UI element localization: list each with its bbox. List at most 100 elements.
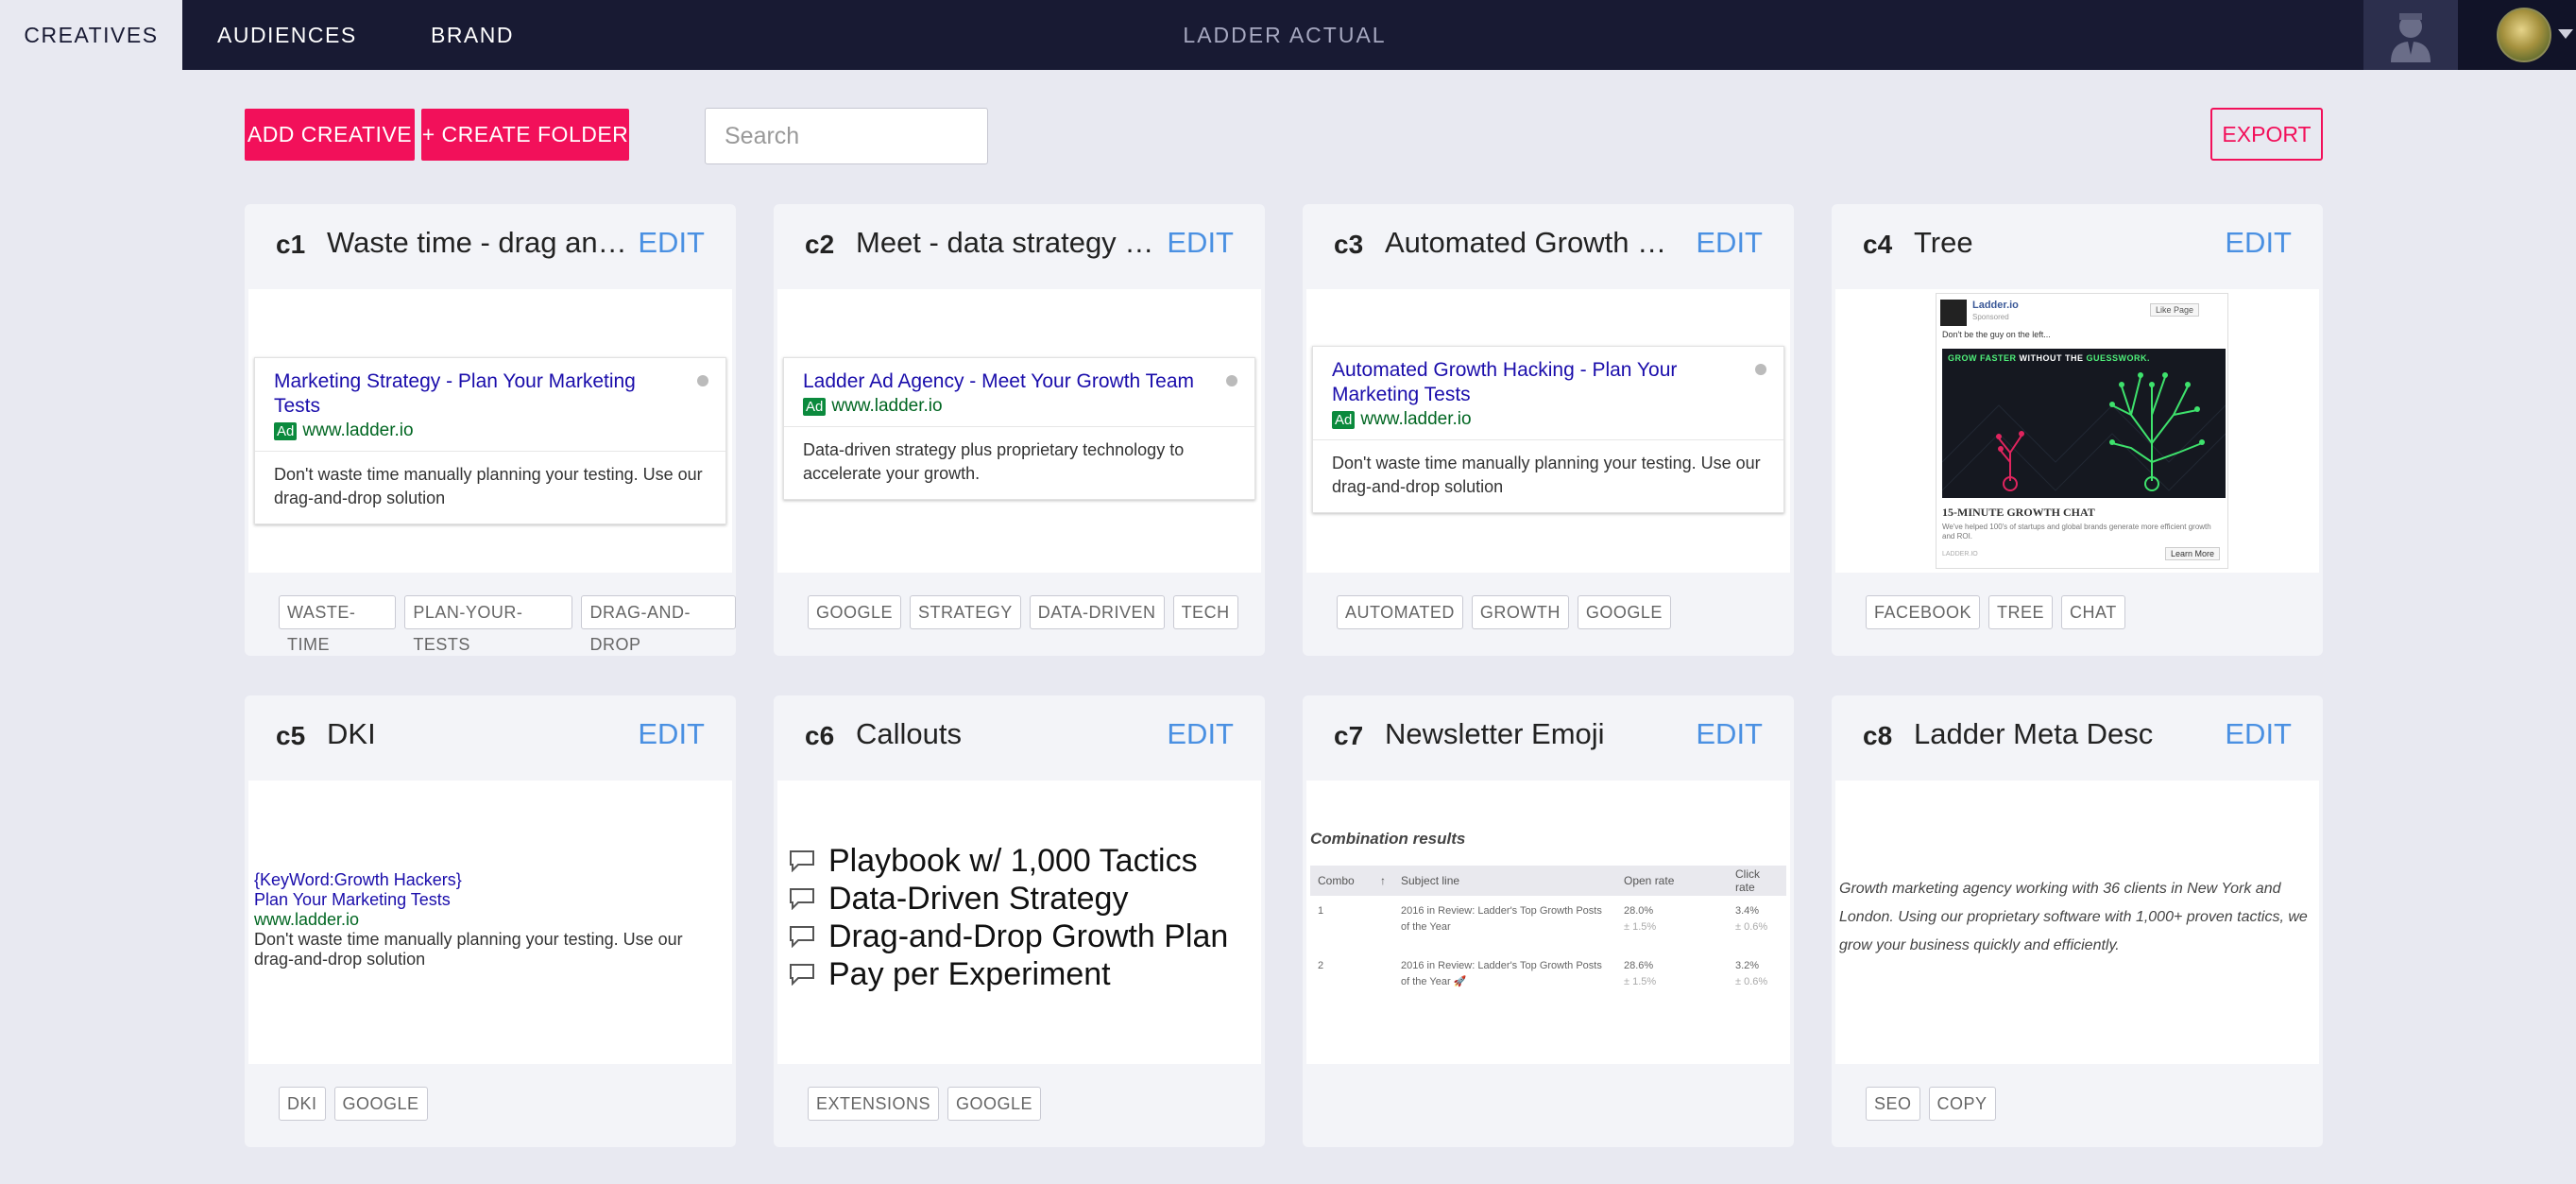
tag[interactable]: COPY	[1928, 1087, 1996, 1121]
creative-preview: Combination results Combo ↑ Subject line…	[1306, 781, 1790, 1064]
card-title: Automated Growth Hac...	[1385, 226, 1687, 259]
ad-description: Don't waste time manually planning your …	[274, 465, 703, 507]
speech-bubble-icon	[790, 888, 814, 910]
card-id: c4	[1863, 230, 1893, 259]
tag-list: SEO COPY	[1866, 1087, 1996, 1121]
card-title: Ladder Meta Desc	[1914, 717, 2154, 750]
tab-brand[interactable]: BRAND	[420, 0, 524, 70]
search-input[interactable]	[705, 108, 988, 164]
tag[interactable]: GOOGLE	[808, 595, 902, 629]
fb-ad-image: GROW FASTER WITHOUT THE GUESSWORK.	[1942, 349, 2226, 498]
edit-button[interactable]: EDIT	[1696, 717, 1763, 751]
creative-card[interactable]: c8 Ladder Meta Desc EDIT Growth marketin…	[1832, 695, 2323, 1147]
newsletter-heading: Combination results	[1310, 830, 1466, 848]
creative-card[interactable]: c5 DKI EDIT {KeyWord:Growth Hackers} Pla…	[245, 695, 736, 1147]
tag[interactable]: TREE	[1988, 595, 2054, 629]
newsletter-results-table: Combo ↑ Subject line Open rate Click rat…	[1310, 866, 1786, 1005]
creative-card[interactable]: c2 Meet - data strategy te... EDIT Ladde…	[774, 204, 1265, 656]
speech-bubble-icon	[790, 926, 814, 948]
callout-text: Playbook w/ 1,000 Tactics	[828, 842, 1198, 879]
table-cell: 3.2% ± 0.6%	[1735, 960, 1768, 987]
table-cell: 1	[1318, 905, 1324, 917]
card-id: c7	[1334, 721, 1364, 750]
creative-preview: Marketing Strategy - Plan Your Marketing…	[248, 289, 732, 573]
creative-card[interactable]: c6 Callouts EDIT Playbook w/ 1,000 Tacti…	[774, 695, 1265, 1147]
info-dot-icon	[697, 375, 708, 386]
creative-card[interactable]: c7 Newsletter Emoji EDIT Combination res…	[1303, 695, 1794, 1147]
edit-button[interactable]: EDIT	[638, 226, 705, 260]
edit-button[interactable]: EDIT	[1696, 226, 1763, 260]
tab-creatives[interactable]: CREATIVES	[0, 0, 182, 70]
column-header: Combo ↑	[1310, 866, 1393, 896]
ad-badge: Ad	[274, 421, 298, 440]
callout-item: Data-Driven Strategy	[789, 880, 1228, 918]
table-cell: 28.0% ± 1.5%	[1624, 905, 1657, 933]
edit-button[interactable]: EDIT	[1167, 717, 1234, 751]
create-folder-button[interactable]: + CREATE FOLDER	[421, 109, 629, 161]
tag[interactable]: DRAG-AND-DROP	[581, 595, 736, 654]
ad-headline: Automated Growth Hacking - Plan Your Mar…	[1332, 359, 1678, 405]
tag[interactable]: EXTENSIONS	[808, 1087, 940, 1121]
card-header: c4 Tree EDIT	[1832, 204, 2323, 289]
edit-button[interactable]: EDIT	[2225, 226, 2292, 260]
tag[interactable]: AUTOMATED	[1337, 595, 1463, 629]
tag[interactable]: TECH	[1172, 595, 1238, 629]
fb-subtext: We've helped 100's of startups and globa…	[1942, 523, 2211, 541]
tag[interactable]: DKI	[279, 1087, 326, 1121]
tag[interactable]: GOOGLE	[333, 1087, 428, 1121]
avatar[interactable]	[2497, 8, 2551, 62]
tag[interactable]: GROWTH	[1471, 595, 1569, 629]
user-switch-button[interactable]	[2363, 0, 2458, 70]
fb-learn-more-button: Learn More	[2164, 547, 2220, 560]
tag[interactable]: GOOGLE	[947, 1087, 1042, 1121]
fb-page-name: Ladder.io	[1972, 300, 2019, 311]
tag[interactable]: SEO	[1866, 1087, 1920, 1121]
chevron-down-icon[interactable]	[2558, 29, 2573, 39]
card-header: c3 Automated Growth Hac... EDIT	[1303, 204, 1794, 289]
creative-card[interactable]: c4 Tree EDIT Ladder.io Sponsored Like Pa…	[1832, 204, 2323, 656]
edit-button[interactable]: EDIT	[2225, 717, 2292, 751]
creative-card[interactable]: c1 Waste time - drag and d... EDIT Marke…	[245, 204, 736, 656]
dki-ad-preview: {KeyWord:Growth Hackers} Plan Your Marke…	[254, 870, 726, 970]
export-button[interactable]: EXPORT	[2210, 108, 2323, 161]
card-id: c1	[276, 230, 306, 259]
edit-button[interactable]: EDIT	[638, 717, 705, 751]
tag[interactable]: PLAN-YOUR-TESTS	[404, 595, 573, 654]
card-header: c1 Waste time - drag and d... EDIT	[245, 204, 736, 289]
tag-list: EXTENSIONS GOOGLE	[808, 1087, 1042, 1121]
top-nav: CREATIVES AUDIENCES BRAND LADDER ACTUAL	[0, 0, 2576, 70]
tag[interactable]: DATA-DRIVEN	[1029, 595, 1165, 629]
card-title: Tree	[1914, 226, 1973, 259]
ad-badge: Ad	[803, 397, 827, 416]
callout-item: Pay per Experiment	[789, 955, 1228, 993]
tag[interactable]: CHAT	[2061, 595, 2125, 629]
creative-preview: Automated Growth Hacking - Plan Your Mar…	[1306, 289, 1790, 573]
callout-list: Playbook w/ 1,000 Tactics Data-Driven St…	[789, 842, 1228, 993]
account-menu[interactable]	[2458, 0, 2576, 70]
tag[interactable]: STRATEGY	[910, 595, 1021, 629]
card-title: DKI	[327, 717, 376, 750]
ad-badge: Ad	[1332, 410, 1356, 429]
ad-url: www.ladder.io	[302, 420, 414, 440]
table-header-row: Combo ↑ Subject line Open rate Click rat…	[1310, 866, 1786, 896]
growth-tree-illustration	[1942, 372, 2226, 491]
creative-card[interactable]: c3 Automated Growth Hac... EDIT Automate…	[1303, 204, 1794, 656]
table-cell: 2016 in Review: Ladder's Top Growth Post…	[1401, 960, 1602, 987]
tag[interactable]: FACEBOOK	[1866, 595, 1981, 629]
edit-button[interactable]: EDIT	[1167, 226, 1234, 260]
card-header: c8 Ladder Meta Desc EDIT	[1832, 695, 2323, 781]
add-creative-button[interactable]: ADD CREATIVE	[245, 109, 415, 161]
tag[interactable]: WASTE-TIME	[279, 595, 397, 654]
card-header: c6 Callouts EDIT	[774, 695, 1265, 781]
dki-headline: Plan Your Marketing Tests	[254, 890, 451, 909]
card-header: c5 DKI EDIT	[245, 695, 736, 781]
tab-audiences[interactable]: AUDIENCES	[217, 0, 355, 70]
ad-headline: Ladder Ad Agency - Meet Your Growth Team	[803, 370, 1195, 392]
ad-url: www.ladder.io	[831, 396, 943, 416]
tag[interactable]: GOOGLE	[1577, 595, 1671, 629]
dki-url: www.ladder.io	[254, 910, 360, 929]
dki-description: Don't waste time manually planning your …	[254, 930, 683, 969]
card-title: Callouts	[856, 717, 962, 750]
info-dot-icon	[1226, 375, 1237, 386]
table-cell: 2016 in Review: Ladder's Top Growth Post…	[1401, 905, 1602, 933]
